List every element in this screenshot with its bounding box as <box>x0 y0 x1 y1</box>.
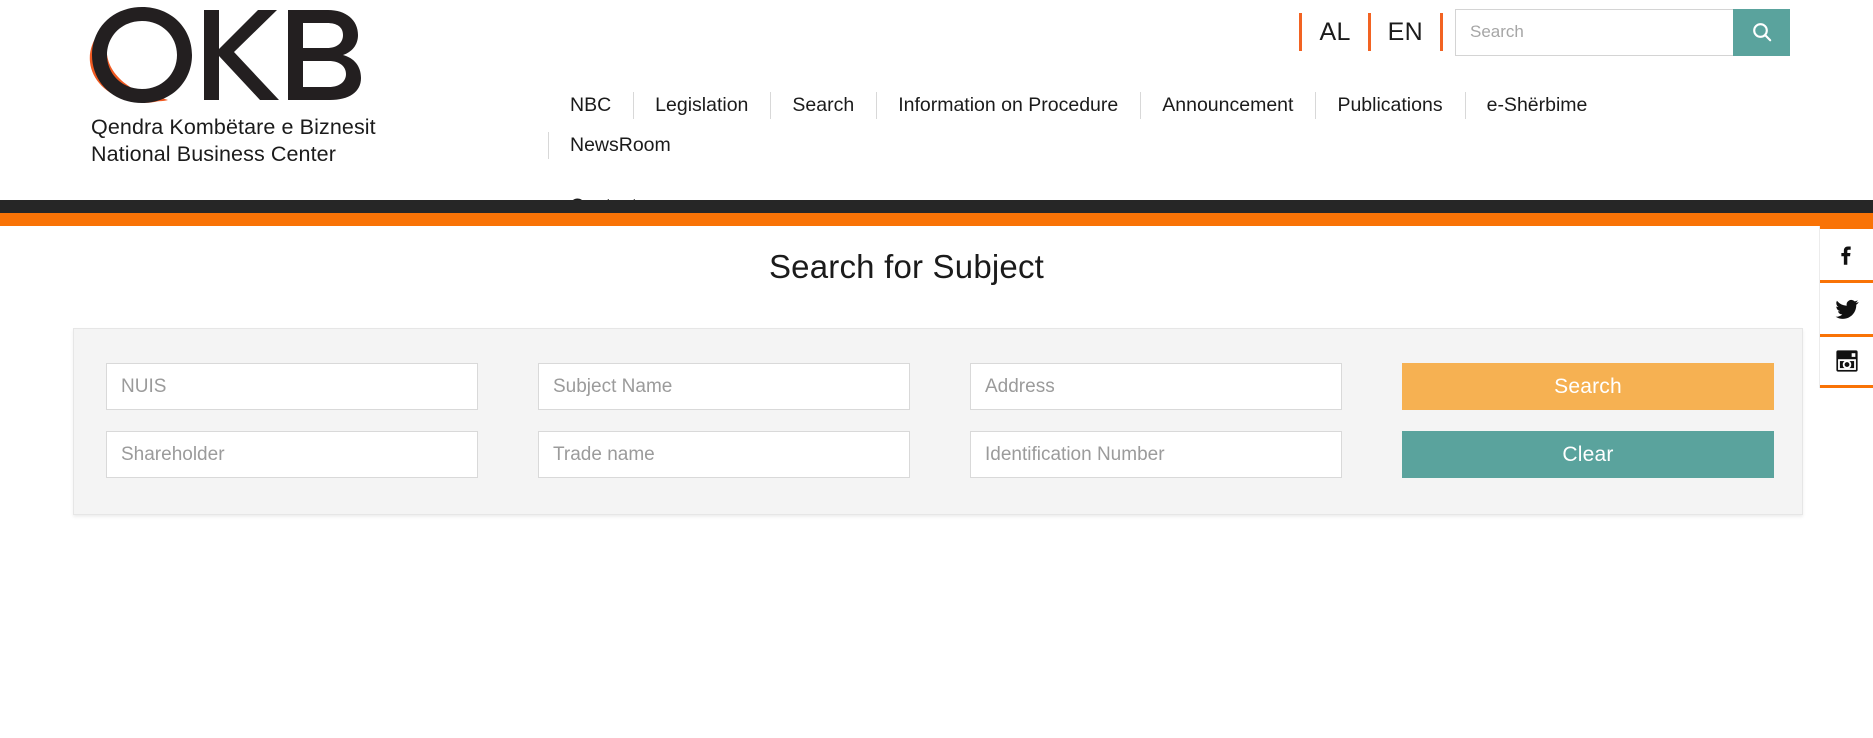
shareholder-input[interactable] <box>106 431 478 478</box>
lang-button-en[interactable]: EN <box>1371 13 1440 51</box>
logo-tagline-english: National Business Center <box>91 142 336 166</box>
trade-name-input[interactable] <box>538 431 910 478</box>
nav-item-publications[interactable]: Publications <box>1315 85 1464 125</box>
nav-item-e-sherbime[interactable]: e-Shërbime <box>1464 85 1610 125</box>
nav-item-legislation[interactable]: Legislation <box>633 85 770 125</box>
search-button[interactable]: Search <box>1402 363 1774 410</box>
identification-number-input[interactable] <box>970 431 1342 478</box>
subject-search-panel: Search Clear <box>73 328 1803 515</box>
lang-divider-right <box>1440 13 1443 51</box>
social-link-twitter[interactable] <box>1820 280 1873 334</box>
social-link-facebook[interactable] <box>1820 226 1873 280</box>
subject-search-form: Search Clear <box>106 363 1774 478</box>
nav-item-information-on-procedure[interactable]: Information on Procedure <box>876 85 1140 125</box>
nuis-input[interactable] <box>106 363 478 410</box>
site-logo[interactable]: Qendra Kombëtare e Biznesit National Bus… <box>78 4 458 168</box>
nav-item-announcement[interactable]: Announcement <box>1140 85 1315 125</box>
site-header: Qendra Kombëtare e Biznesit National Bus… <box>0 0 1873 226</box>
page-root: Qendra Kombëtare e Biznesit National Bus… <box>0 0 1873 738</box>
clear-button[interactable]: Clear <box>1402 431 1774 478</box>
nav-item-newsroom[interactable]: NewsRoom <box>548 125 693 165</box>
header-search-button[interactable] <box>1733 8 1790 56</box>
social-link-instagram[interactable] <box>1820 334 1873 388</box>
main-content: Search for Subject Search Clear <box>0 226 1873 515</box>
language-switcher: AL EN <box>1299 10 1443 54</box>
twitter-icon <box>1835 299 1859 319</box>
subject-name-input[interactable] <box>538 363 910 410</box>
nav-item-nbc[interactable]: NBC <box>548 85 633 125</box>
address-input[interactable] <box>970 363 1342 410</box>
header-search <box>1455 8 1790 56</box>
instagram-icon <box>1836 350 1858 372</box>
header-dark-bar <box>0 200 1873 213</box>
header-search-input[interactable] <box>1455 8 1733 56</box>
qkb-logo-icon <box>89 7 361 103</box>
lang-button-al[interactable]: AL <box>1302 13 1367 51</box>
search-icon <box>1752 23 1771 42</box>
facebook-icon <box>1841 246 1851 265</box>
header-utility-bar: AL EN <box>1299 8 1790 56</box>
nav-item-search[interactable]: Search <box>770 85 876 125</box>
social-media-rail <box>1819 226 1873 388</box>
header-orange-bar <box>0 213 1873 226</box>
logo-tagline-albanian: Qendra Kombëtare e Biznesit <box>91 115 376 139</box>
page-title: Search for Subject <box>768 248 1045 285</box>
qkb-logo-mark <box>80 4 370 106</box>
